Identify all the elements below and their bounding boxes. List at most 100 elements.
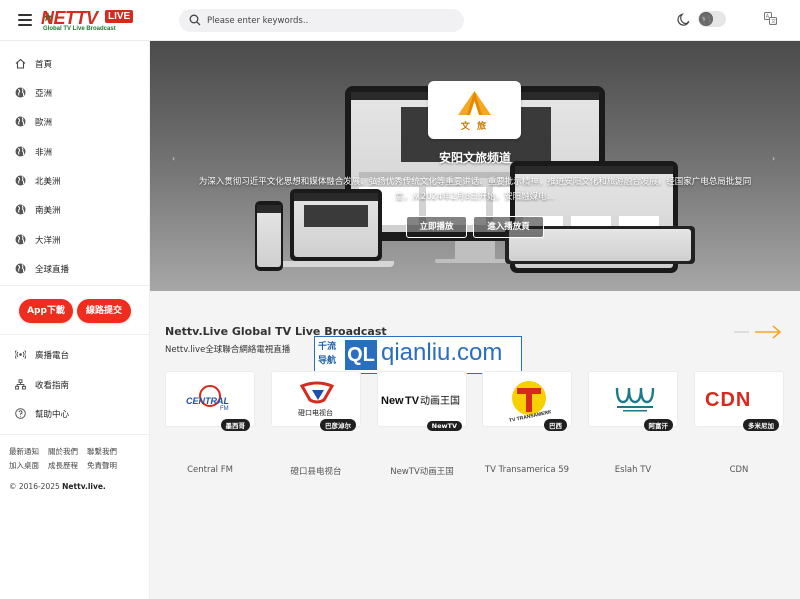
channel-name[interactable]: CDN [694, 465, 784, 475]
channel-card-dengkou-tv[interactable]: 磴口电视台 巴彦淖尔 [271, 371, 361, 431]
provider-tag: NewTV [426, 421, 462, 431]
svg-text:文: 文 [771, 18, 776, 25]
search-bar[interactable] [179, 9, 464, 32]
phone-illustration [255, 201, 283, 271]
logo-subtitle: Global TV Live Broadcast [43, 26, 116, 32]
globe-icon [15, 234, 26, 245]
radio-icon [15, 350, 26, 359]
transamerica-logo: TV TRANSAMERICA [509, 381, 551, 422]
sidebar-item-north-america[interactable]: 北美洲 [0, 170, 150, 192]
sidebar-item-guide[interactable]: 收看指南 [0, 374, 150, 396]
svg-text:FM: FM [220, 406, 229, 412]
submit-line-button[interactable]: 線路提交 [77, 299, 131, 323]
monitor-base [435, 259, 515, 263]
sidebar-divider [0, 434, 150, 435]
globe-icon [15, 204, 26, 215]
carousel-arrows [734, 325, 782, 339]
watermark-cn-bottom: 导航 [318, 356, 337, 366]
dengkou-tv-logo: 磴口电视台 [298, 381, 335, 417]
link-contact-us[interactable]: 聯繫我們 [87, 447, 117, 456]
globe-icon [15, 263, 26, 274]
watermark-cn-top: 千流 [318, 342, 337, 352]
enter-play-page-button[interactable]: 進入播放頁 [473, 216, 544, 238]
sidebar-item-label: 全球直播 [35, 265, 70, 275]
country-tag: 墨西哥 [220, 419, 250, 431]
sidebar-item-south-america[interactable]: 南美洲 [0, 199, 150, 221]
channel-card-newtv-anime[interactable]: New TV 动画王国 NewTV [377, 371, 467, 431]
translate-icon[interactable]: A文 [764, 12, 777, 25]
dark-mode-icon[interactable] [677, 12, 691, 26]
monitor-stand [455, 241, 495, 259]
help-icon [15, 408, 26, 419]
theme-toggle[interactable] [698, 11, 726, 27]
sidebar-item-home[interactable]: 首頁 [0, 53, 150, 75]
svg-text:TV: TV [405, 395, 420, 407]
menu-icon[interactable] [18, 14, 32, 26]
channel-card-central-fm[interactable]: CENTRAL FM 墨西哥 [165, 371, 255, 431]
link-add-desktop[interactable]: 加入桌面 [9, 461, 39, 470]
channel-card-eslah-tv[interactable]: 阿富汗 [588, 371, 678, 431]
sidebar-item-asia[interactable]: 亞洲 [0, 82, 150, 104]
watermark-logo: 千流导航 QL qianliu.com [314, 336, 522, 374]
channel-name[interactable]: 磴口县电视台 [271, 465, 361, 477]
sidebar-item-oceania[interactable]: 大洋洲 [0, 229, 150, 251]
channel-name[interactable]: NewTV动画王国 [377, 465, 467, 477]
channel-brand-logo: 文 旅 [428, 81, 521, 139]
eslah-tv-logo [615, 387, 655, 412]
sidebar-item-europe[interactable]: 歐洲 [0, 111, 150, 133]
channel-name[interactable]: Central FM [165, 465, 255, 475]
cdn-logo: CDN [705, 389, 751, 410]
sidebar-item-label: 南美洲 [35, 206, 61, 216]
globe-icon [15, 146, 26, 157]
channel-name[interactable]: Eslah TV [588, 465, 678, 475]
sidebar-item-africa[interactable]: 非洲 [0, 141, 150, 163]
sidebar-item-label: 收看指南 [35, 381, 70, 391]
globe-icon [15, 87, 26, 98]
sidebar-item-help[interactable]: 幫助中心 [0, 403, 150, 425]
carousel-next-icon[interactable] [755, 325, 782, 339]
globe-icon [15, 175, 26, 186]
sidebar-item-label: 大洋洲 [35, 236, 61, 246]
app-download-button[interactable]: App下載 [19, 299, 73, 323]
copyright-site: Nettv.live. [62, 482, 106, 491]
sidebar-item-label: 幫助中心 [35, 410, 70, 420]
watermark-url: qianliu.com [381, 339, 503, 366]
channel-card-tv-transamerica[interactable]: TV TRANSAMERICA 巴西 [482, 371, 572, 431]
watermark-ql: QL [345, 340, 377, 370]
sitemap-icon [15, 379, 26, 390]
svg-text:CDN: CDN [705, 389, 751, 410]
sidebar-item-radio[interactable]: 廣播電台 [0, 344, 150, 366]
copyright: © 2016-2025 Nettv.live. [9, 482, 106, 491]
svg-text:磴口电视台: 磴口电视台 [298, 408, 333, 417]
svg-text:New: New [381, 395, 404, 407]
link-disclaimer[interactable]: 免責聲明 [87, 461, 117, 470]
link-about-us[interactable]: 關於我們 [48, 447, 78, 456]
banner-description: 为深入贯彻习近平文化思想和媒体融合发展、弘扬优秀传统文化等重要讲话、重要批示精神… [198, 177, 752, 202]
newtv-logo: New TV 动画王国 [381, 395, 460, 407]
hero-banner[interactable]: ‹ › 文 旅 安阳文旅频道 为深入贯彻习近平文化思想和媒体融合发展、弘扬优秀传… [150, 41, 800, 291]
top-header: NETTV LIVE Global TV Live Broadcast A文 [0, 0, 800, 41]
link-history[interactable]: 成長歷程 [48, 461, 78, 470]
search-icon [189, 14, 201, 26]
country-tag: 巴西 [544, 419, 567, 431]
search-input[interactable] [207, 12, 447, 29]
svg-text:CENTRAL: CENTRAL [186, 396, 229, 406]
globe-icon [15, 116, 26, 127]
play-now-button[interactable]: 立即播放 [406, 216, 467, 238]
laptop-base [278, 261, 394, 267]
copyright-years: © 2016-2025 [9, 482, 63, 491]
sidebar: 首頁 亞洲 歐洲 非洲 北美洲 南美洲 大洋洲 全球直播 App下載 線路提交 … [0, 41, 150, 599]
sidebar-item-global-live[interactable]: 全球直播 [0, 258, 150, 280]
sidebar-item-label: 歐洲 [35, 118, 53, 128]
svg-text:A: A [766, 14, 770, 20]
banner-title: 安阳文旅频道 [438, 151, 511, 165]
channel-name[interactable]: TV Transamerica 59 [482, 465, 572, 475]
channel-card-cdn[interactable]: CDN 多米尼加 [694, 371, 784, 431]
logo-live-badge: LIVE [105, 10, 134, 23]
sidebar-item-label: 首頁 [35, 60, 53, 70]
sidebar-divider [0, 285, 150, 286]
link-latest-notice[interactable]: 最新通知 [9, 447, 39, 456]
home-icon [15, 58, 26, 69]
section-subtitle: Nettv.live全球聯合網絡電視直播 [165, 345, 291, 355]
site-logo[interactable]: NETTV LIVE Global TV Live Broadcast [41, 8, 134, 34]
